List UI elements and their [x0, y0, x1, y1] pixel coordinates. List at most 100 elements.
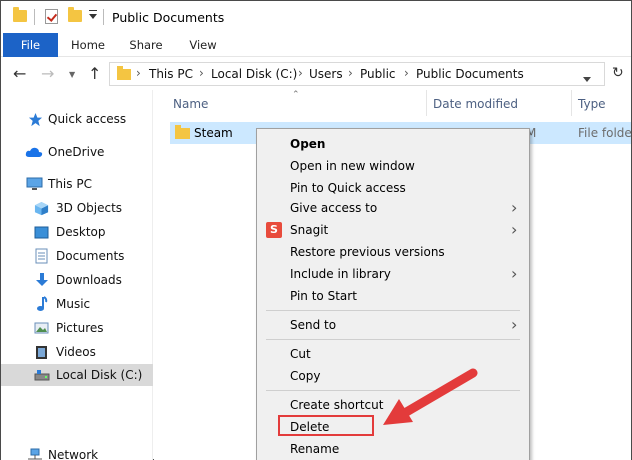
menu-item-open-new-window[interactable]: Open in new window — [257, 155, 529, 177]
title-bar: Public Documents — [1, 1, 631, 33]
nav-item-videos[interactable]: Videos — [1, 341, 153, 363]
folder-icon — [175, 125, 190, 139]
customize-toolbar-icon[interactable] — [89, 10, 97, 19]
menu-item-label: Snagit — [290, 223, 329, 237]
nav-item-quick-access[interactable]: Quick access — [1, 108, 153, 130]
nav-item-3d-objects[interactable]: 3D Objects — [1, 197, 153, 219]
pictures-icon — [34, 322, 49, 334]
nav-item-label: Downloads — [56, 273, 122, 287]
chevron-right-icon[interactable]: › — [404, 66, 409, 80]
menu-item-pin-quick-access[interactable]: Pin to Quick access — [257, 177, 529, 199]
refresh-icon[interactable]: ↻ — [612, 65, 624, 81]
context-menu: Open Open in new window Pin to Quick acc… — [256, 128, 530, 460]
address-bar[interactable]: › This PC › Local Disk (C:) › Users › Pu… — [109, 62, 605, 86]
new-folder-icon[interactable] — [68, 7, 82, 22]
menu-item-snagit[interactable]: S Snagit › — [257, 219, 529, 241]
tab-share[interactable]: Share — [123, 33, 169, 57]
recent-locations-icon[interactable]: ▼ — [69, 70, 75, 79]
address-dropdown-icon[interactable] — [583, 77, 591, 82]
menu-item-cut[interactable]: Cut — [257, 343, 529, 365]
chevron-right-icon[interactable]: › — [136, 66, 141, 80]
chevron-right-icon[interactable]: › — [298, 66, 303, 80]
tab-file[interactable]: File — [3, 33, 58, 57]
breadcrumb-users[interactable]: Users — [309, 67, 343, 81]
nav-item-label: This PC — [48, 177, 92, 191]
nav-item-network[interactable]: Network — [1, 444, 153, 460]
nav-item-label: Network — [48, 448, 99, 460]
column-divider[interactable] — [426, 90, 427, 116]
menu-item-label: Rename — [290, 442, 340, 456]
nav-item-onedrive[interactable]: OneDrive — [1, 141, 153, 163]
chevron-right-icon[interactable]: › — [348, 66, 353, 80]
nav-item-label: Videos — [56, 345, 96, 359]
cube-icon — [34, 201, 49, 216]
nav-item-label: Local Disk (C:) — [56, 368, 143, 382]
nav-item-label: Desktop — [56, 225, 106, 239]
toolbar-divider — [34, 9, 35, 25]
folder-icon — [117, 66, 131, 80]
toolbar-divider — [103, 9, 104, 25]
column-divider[interactable] — [571, 90, 572, 116]
chevron-right-icon: › — [511, 315, 518, 334]
up-arrow-icon[interactable]: ↑ — [88, 64, 101, 83]
nav-item-label: Music — [56, 297, 91, 311]
menu-item-include-library[interactable]: Include in library › — [257, 263, 529, 285]
menu-item-label: Copy — [290, 369, 321, 383]
menu-item-label: Restore previous versions — [290, 245, 445, 259]
file-type: File folder — [578, 126, 632, 140]
menu-item-send-to[interactable]: Send to › — [257, 314, 529, 336]
menu-item-open[interactable]: Open — [257, 133, 529, 155]
column-header-type[interactable]: Type — [578, 97, 606, 111]
chevron-right-icon: › — [511, 198, 518, 217]
chevron-right-icon: › — [511, 264, 518, 283]
menu-divider — [266, 390, 520, 391]
nav-item-downloads[interactable]: Downloads — [1, 269, 153, 291]
nav-item-documents[interactable]: Documents — [1, 245, 153, 267]
nav-item-local-disk[interactable]: Local Disk (C:) — [1, 364, 153, 386]
column-header-date-modified[interactable]: Date modified — [433, 97, 518, 111]
properties-icon[interactable] — [45, 9, 58, 24]
chevron-right-icon[interactable]: › — [199, 66, 204, 80]
menu-item-label: Send to — [290, 318, 337, 332]
menu-item-label: Create shortcut — [290, 398, 384, 412]
nav-item-label: Quick access — [48, 112, 127, 126]
menu-item-label: Pin to Start — [290, 289, 357, 303]
star-icon — [28, 112, 43, 127]
back-arrow-icon[interactable]: ← — [13, 64, 26, 83]
nav-item-desktop[interactable]: Desktop — [1, 221, 153, 243]
menu-item-rename[interactable]: Rename — [257, 438, 529, 460]
menu-item-copy[interactable]: Copy — [257, 365, 529, 387]
download-icon — [36, 273, 48, 286]
music-icon — [37, 296, 48, 311]
computer-icon — [26, 177, 43, 190]
breadcrumb-local-disk[interactable]: Local Disk (C:) — [211, 67, 297, 81]
breadcrumb-public[interactable]: Public — [360, 67, 396, 81]
nav-item-this-pc[interactable]: This PC — [1, 173, 153, 195]
menu-item-restore-previous[interactable]: Restore previous versions — [257, 241, 529, 263]
forward-arrow-icon[interactable]: → — [41, 64, 54, 83]
documents-icon — [35, 248, 48, 264]
menu-item-label: Give access to — [290, 201, 378, 215]
tab-home[interactable]: Home — [65, 33, 111, 57]
nav-item-music[interactable]: Music — [1, 293, 153, 315]
snagit-icon: S — [266, 222, 282, 238]
nav-item-pictures[interactable]: Pictures — [1, 317, 153, 339]
videos-icon — [36, 346, 47, 359]
cloud-icon — [25, 147, 43, 157]
sort-ascending-icon: ⌃ — [292, 90, 300, 100]
breadcrumb-this-pc[interactable]: This PC — [149, 67, 193, 81]
window-title: Public Documents — [112, 10, 225, 25]
breadcrumb-public-documents[interactable]: Public Documents — [416, 67, 524, 81]
ribbon-tabs: File Home Share View — [1, 33, 631, 57]
tab-view[interactable]: View — [181, 33, 225, 57]
menu-item-create-shortcut[interactable]: Create shortcut — [257, 394, 529, 416]
nav-item-label: Documents — [56, 249, 125, 263]
column-header-name[interactable]: Name — [173, 97, 208, 111]
menu-item-give-access[interactable]: Give access to › — [257, 197, 529, 219]
nav-item-label: 3D Objects — [56, 201, 123, 215]
network-icon — [28, 448, 42, 460]
menu-item-pin-start[interactable]: Pin to Start — [257, 285, 529, 307]
file-name: Steam — [194, 126, 233, 140]
menu-item-label: Include in library — [290, 267, 391, 281]
nav-item-label: OneDrive — [48, 145, 105, 159]
